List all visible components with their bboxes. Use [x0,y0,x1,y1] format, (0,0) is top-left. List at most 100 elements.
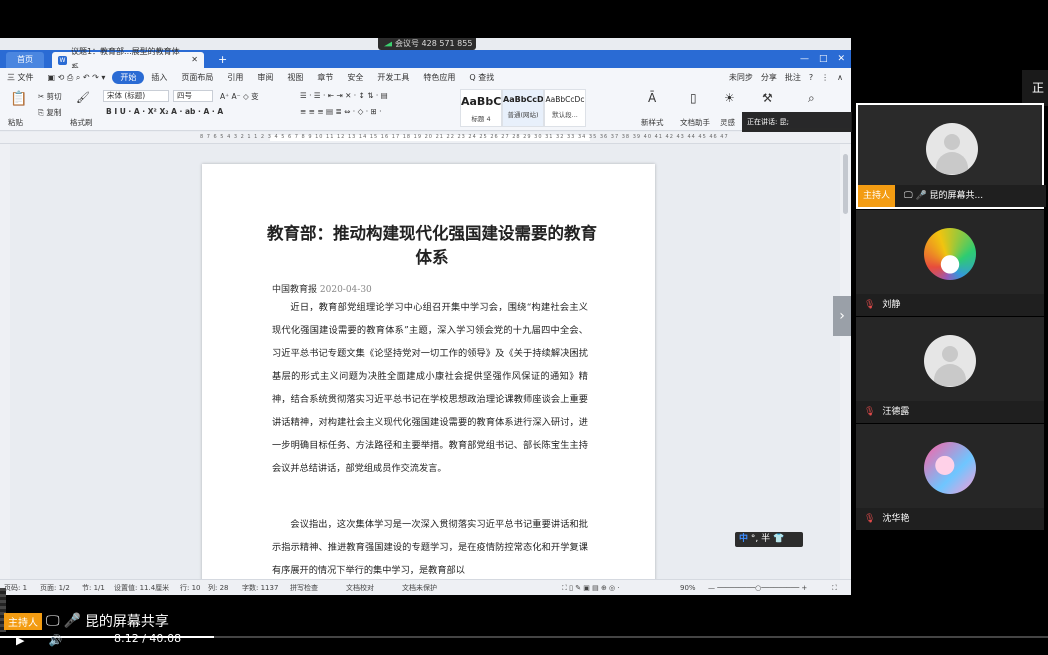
zoom-slider[interactable]: — ─────────○───────── + [708,580,807,595]
horizontal-ruler[interactable]: 8 7 6 5 4 3 2 1 1 2 3 4 5 6 7 8 9 10 11 … [0,132,851,144]
paragraph-1: 近日，教育部党组理论学习中心组召开集中学习会，围绕“构建社会主义现代化强国建设需… [272,302,588,474]
new-style-button[interactable]: 新样式 [641,117,664,128]
participant-card[interactable]: 🎙 沈华艳 [856,424,1044,530]
list-buttons[interactable]: ☰ · ☰ · ⇤ ⇥ ✕ · ↕ ⇅ · ▤ [300,91,388,100]
tools-icon[interactable]: ⚒ [762,91,773,105]
status-words[interactable]: 字数: 1137 [242,580,278,595]
play-icon[interactable]: ▶ [16,634,24,647]
help-button[interactable]: ? [809,73,813,82]
vertical-ruler[interactable] [0,144,10,580]
paste-button[interactable]: 粘贴 [8,117,23,128]
status-row: 行: 10 [180,584,201,592]
close-icon[interactable]: ✕ [191,52,198,68]
participant-name-bar: 主持人 🖵 🎤 昆的屏幕共... [858,185,1046,207]
doc-assistant-icon[interactable]: ▯ [690,91,697,105]
cut-button[interactable]: ✂ 剪切 [38,91,62,102]
font-name-select[interactable]: 宋体 (标题) [103,90,169,102]
menu-item[interactable]: 安全 [340,72,370,83]
document-title: 教育部：推动构建现代化强国建设需要的教育体系 [267,224,597,267]
vertical-scrollbar[interactable] [840,144,851,580]
status-pages: 页面: 1/2 [40,584,70,592]
style-default-para[interactable]: AaBbCcDc 默认段... [544,89,586,127]
format-painter-icon[interactable]: 🖌 [76,91,90,104]
cut-label: 剪切 [46,92,62,101]
align-buttons[interactable]: ≡ ≡ ≡ ▤ ≣ ⇔ · ◇ · ⊞ · [300,107,382,116]
meeting-id-bar[interactable]: 会议号 428 571 855 [378,38,476,50]
participant-panel: 主持人 🖵 🎤 昆的屏幕共... 🎙 刘静 🎙 汪德露 🎙 沈华艳 [856,103,1046,530]
meeting-id: 会议号 428 571 855 [395,39,473,48]
font-size-select[interactable]: 四号 [173,90,213,102]
wps-doc-icon: W [58,55,67,65]
menu-item-start[interactable]: 开始 [112,71,145,84]
sync-status[interactable]: 未同步 [729,72,753,83]
search-menu-item[interactable]: Q 查找 [462,72,501,83]
quick-access-icons[interactable]: ▣ ⟲ ⎙ ⌕ ↶ ↷ ▾ [41,73,113,83]
style-preview: AaBbCcDc [545,95,585,104]
share-label: 昆的屏幕共享 [84,614,169,630]
participant-card[interactable]: 🎙 刘静 [856,210,1044,316]
tab-document[interactable]: W 议题1：教育部...展型的教育体系 ✕ [52,47,204,72]
style-heading4[interactable]: AaBbC 标题 4 [460,89,502,127]
video-frame: 首页 W 议题1：教育部...展型的教育体系 ✕ + — □ ✕ 三 文件 ▣ … [0,0,1048,655]
collapse-icon[interactable]: ∧ [837,73,843,82]
font-size-buttons[interactable]: A⁺ A⁻ ◇ 变 [220,91,259,102]
paste-icon[interactable]: 📋 [10,91,27,107]
participant-card[interactable]: 🎙 汪德露 [856,317,1044,423]
tab-home[interactable]: 首页 [6,52,44,68]
mic-muted-icon: 🎙 [864,407,876,417]
doc-assistant-button[interactable]: 文档助手 [680,117,710,128]
menu-item[interactable]: 开发工具 [370,72,416,83]
protect-status[interactable]: 文档未保护 [402,580,437,595]
mic-muted-icon: 🎙 [864,514,876,524]
menu-item[interactable]: 审阅 [250,72,280,83]
copy-button[interactable]: ⎘ 复制 [38,107,61,118]
ime-indicator[interactable]: 中 °, 半 👕 [735,532,803,547]
more-icon[interactable]: ⋮ [821,73,829,82]
inspire-button[interactable]: 灵感 [720,117,735,128]
host-badge: 主持人 [4,612,42,630]
zoom-level[interactable]: 90% [680,580,696,595]
fit-icon[interactable]: ⛶ [832,580,837,595]
proofread-button[interactable]: 文档校对 [346,580,374,595]
share-button[interactable]: 分享 [761,72,777,83]
format-painter-button[interactable]: 格式刷 [70,117,93,128]
menu-item[interactable]: 视图 [280,72,310,83]
menu-item[interactable]: 特色应用 [416,72,462,83]
style-normal-web[interactable]: AaBbCcD 普通(网站) [502,89,544,127]
ribbon-toolbar: 📋 粘贴 ✂ 剪切 ⎘ 复制 🖌 格式刷 宋体 (标题) 四号 A⁺ A⁻ ◇ … [0,87,851,131]
scrollbar-thumb[interactable] [843,154,848,214]
participant-name: 汪德露 [882,407,910,417]
speaking-indicator: 正在讲话: 昆; [742,112,852,132]
volume-icon[interactable]: 🔊 [48,634,62,647]
side-panel-toggle[interactable]: › [833,296,851,336]
menu-item[interactable]: 页面布局 [174,72,220,83]
comment-button[interactable]: 批注 [785,72,801,83]
screen-share-icon: 🖵 [903,191,913,201]
menu-item[interactable]: 章节 [310,72,340,83]
ime-skin-icon: 👕 [773,534,785,544]
menu-item[interactable]: 三 文件 [0,72,41,83]
avatar [924,228,976,280]
document-page[interactable]: 教育部：推动构建现代化强国建设需要的教育体系 中国教育报 2020-04-30 … [202,164,655,584]
view-mode-icons[interactable]: ⛶ ▯ ✎ ▣ ▤ ⊕ ◎ · [562,580,620,595]
inspire-icon[interactable]: ☀ [724,91,735,105]
format-buttons[interactable]: B I U · A · X² X₂ A · ab · A · A [106,107,223,116]
participant-name: 刘静 [882,300,901,310]
new-tab-button[interactable]: + [212,52,233,68]
close-window-icon[interactable]: ✕ [837,50,845,68]
menu-item[interactable]: 引用 [220,72,250,83]
style-preview: AaBbC [461,95,501,108]
status-section: 节: 1/1 [82,584,105,592]
video-controls: ▶ 🔊 [16,632,62,648]
menu-bar: 三 文件 ▣ ⟲ ⎙ ⌕ ↶ ↷ ▾ 开始 插入 页面布局 引用 审阅 视图 章… [0,68,851,87]
menu-item[interactable]: 插入 [144,72,174,83]
status-page-number: 页码: 1 [4,584,28,592]
spell-check-button[interactable]: 拼写检查 [290,580,318,595]
wps-writer-window: 首页 W 议题1：教育部...展型的教育体系 ✕ + — □ ✕ 三 文件 ▣ … [0,38,851,595]
new-style-icon[interactable]: Ā [648,91,656,105]
minimize-icon[interactable]: — [800,50,809,68]
style-name: 普通(网站) [507,111,539,119]
search-icon[interactable]: ⌕ [808,91,815,106]
maximize-icon[interactable]: □ [819,50,828,68]
participant-card[interactable]: 主持人 🖵 🎤 昆的屏幕共... [856,103,1046,209]
